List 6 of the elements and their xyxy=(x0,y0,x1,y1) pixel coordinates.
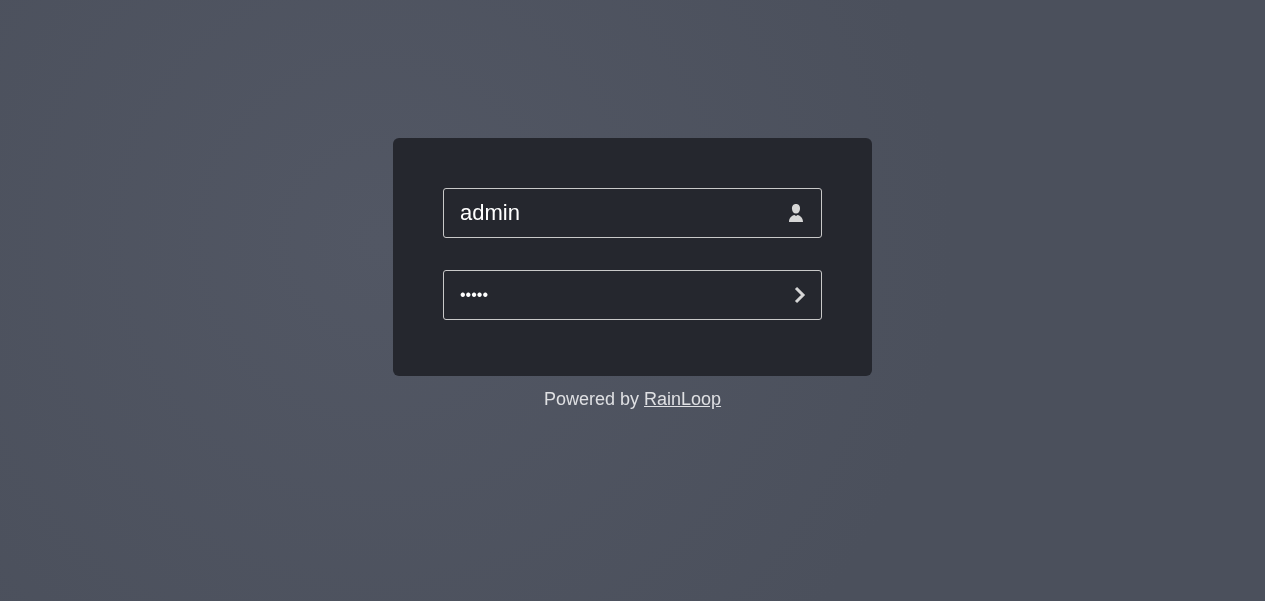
powered-by-text: Powered by RainLoop xyxy=(543,389,722,410)
password-field[interactable]: ••••• xyxy=(443,270,822,320)
rainloop-link[interactable]: RainLoop xyxy=(644,389,722,409)
chevron-right-icon[interactable] xyxy=(794,286,806,304)
user-icon xyxy=(786,203,806,223)
login-field[interactable]: admin xyxy=(443,188,822,238)
